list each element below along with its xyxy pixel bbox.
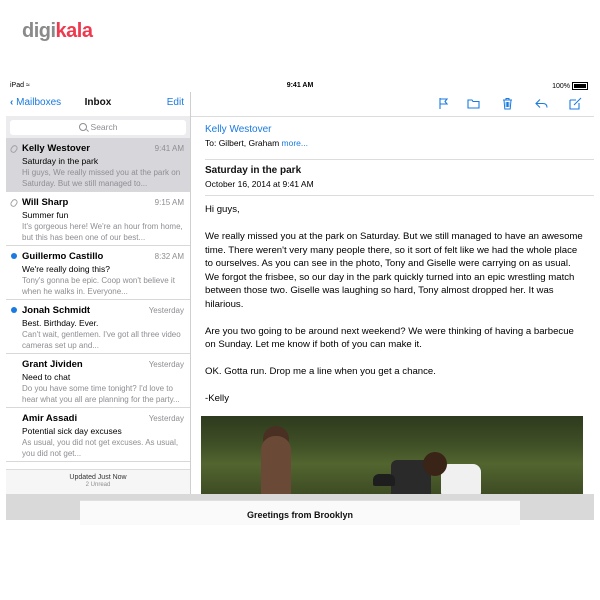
message-preview: Do you have some time tonight? I'd love … xyxy=(22,384,180,404)
body-paragraph: We really missed you at the park on Satu… xyxy=(205,231,583,310)
message-subject-heading: Saturday in the park xyxy=(205,165,302,176)
photo-detail xyxy=(373,474,395,486)
status-bar: iPad ≈ 9:41 AM 100% xyxy=(6,80,594,92)
compose-sheet[interactable]: Greetings from Brooklyn xyxy=(80,500,520,525)
edit-button[interactable]: Edit xyxy=(167,97,184,108)
message-preview: As usual, you did not get excuses. As us… xyxy=(22,438,179,458)
list-item[interactable]: Kelly Westover 9:41 AM Saturday in the p… xyxy=(6,138,190,192)
attachment-icon xyxy=(9,144,19,154)
sender-name: Guillermo Castillo xyxy=(22,251,104,262)
body-paragraph: OK. Gotta run. Drop me a line when you g… xyxy=(205,366,436,377)
message-body: Hi guys, We really missed you at the par… xyxy=(205,203,585,419)
divider xyxy=(205,159,594,160)
photo-detail xyxy=(441,464,481,494)
message-subject: Need to chat xyxy=(22,372,71,382)
photo-detail xyxy=(423,452,447,476)
recipients: To: Gilbert, Graham more... xyxy=(205,138,308,148)
message-date: October 16, 2014 at 9:41 AM xyxy=(205,179,314,189)
attachment-icon xyxy=(9,198,19,208)
compose-title: Greetings from Brooklyn xyxy=(246,510,354,520)
trash-icon[interactable] xyxy=(501,97,514,110)
search-input[interactable]: Search xyxy=(10,120,186,135)
message-subject: Summer fun xyxy=(22,210,69,220)
message-subject: Saturday in the park xyxy=(22,156,99,166)
compose-icon[interactable] xyxy=(569,97,582,110)
mailbox-footer: Updated Just Now 2 Unread xyxy=(6,469,190,494)
sender-name: Kelly Westover xyxy=(22,143,90,154)
message-time: 8:32 AM xyxy=(154,252,184,261)
message-pane: Kelly Westover To: Gilbert, Graham more.… xyxy=(191,92,594,494)
message-subject: Potential sick day excuses xyxy=(22,426,122,436)
flag-icon[interactable] xyxy=(437,97,450,110)
attached-photo[interactable] xyxy=(201,416,583,494)
message-time: 9:15 AM xyxy=(154,198,184,207)
folder-icon[interactable] xyxy=(467,97,480,110)
photo-detail xyxy=(261,436,291,494)
message-preview: It's gorgeous here! We're an hour from h… xyxy=(22,222,183,242)
mailbox-pane: ‹ Mailboxes Inbox Edit Search Kelly West… xyxy=(6,92,191,494)
unread-count: 2 Unread xyxy=(85,482,111,488)
list-item[interactable]: Jonah Schmidt Yesterday Best. Birthday. … xyxy=(6,300,190,354)
list-item[interactable]: Amir Assadi Yesterday Potential sick day… xyxy=(6,408,190,462)
message-time: 9:41 AM xyxy=(154,144,184,153)
message-toolbar xyxy=(191,92,594,117)
message-list: Kelly Westover 9:41 AM Saturday in the p… xyxy=(6,138,190,462)
message-preview: Hi guys, We really missed you at the par… xyxy=(22,168,181,188)
battery-status: 100% xyxy=(552,82,588,90)
divider xyxy=(205,195,594,196)
search-bar: Search xyxy=(6,116,190,138)
unread-indicator xyxy=(11,307,17,313)
search-icon xyxy=(78,123,87,131)
list-item[interactable]: Grant Jividen Yesterday Need to chat Do … xyxy=(6,354,190,408)
message-preview: Can't wait, gentlemen. I've got all thre… xyxy=(22,330,181,350)
more-recipients-link[interactable]: more... xyxy=(282,138,308,148)
reply-icon[interactable] xyxy=(535,97,548,110)
body-paragraph: -Kelly xyxy=(205,393,229,404)
message-time: Yesterday xyxy=(148,414,184,423)
ipad-screen: iPad ≈ 9:41 AM 100% ‹ Mailboxes Inbox Ed… xyxy=(6,80,594,520)
sender-name: Amir Assadi xyxy=(22,413,78,424)
list-item[interactable]: Guillermo Castillo 8:32 AM We're really … xyxy=(6,246,190,300)
body-paragraph: Are you two going to be around next week… xyxy=(205,325,574,351)
status-time: 9:41 AM xyxy=(286,82,314,89)
inbox-title: Inbox xyxy=(84,97,112,108)
message-time: Yesterday xyxy=(148,306,184,315)
body-paragraph: Hi guys, xyxy=(205,204,240,215)
message-preview: Tony's gonna be epic. Coop won't believe… xyxy=(22,276,175,296)
battery-icon xyxy=(572,82,588,90)
message-time: Yesterday xyxy=(148,360,184,369)
sender-name: Jonah Schmidt xyxy=(22,305,91,316)
updated-status: Updated Just Now xyxy=(69,474,127,481)
list-item[interactable]: Will Sharp 9:15 AM Summer fun It's gorge… xyxy=(6,192,190,246)
inbox-navbar: ‹ Mailboxes Inbox Edit xyxy=(6,92,190,114)
sender-name: Will Sharp xyxy=(22,197,69,208)
message-subject: We're really doing this? xyxy=(22,264,110,274)
message-subject: Best. Birthday. Ever. xyxy=(22,318,99,328)
sender-name: Grant Jividen xyxy=(22,359,83,370)
unread-indicator xyxy=(11,253,17,259)
digikala-logo: digikala xyxy=(22,20,93,42)
sender-link[interactable]: Kelly Westover xyxy=(205,124,585,135)
message-header: Kelly Westover To: Gilbert, Graham more.… xyxy=(205,124,585,148)
